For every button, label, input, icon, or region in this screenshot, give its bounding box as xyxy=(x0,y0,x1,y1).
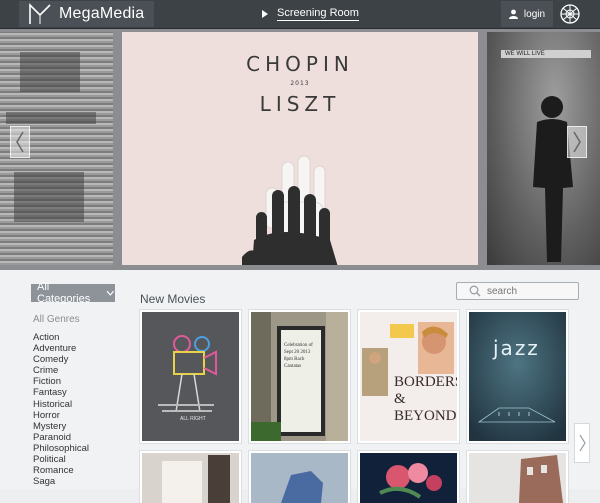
movie-poster-thumb xyxy=(469,453,566,503)
poster-mid-text: 2013 xyxy=(290,80,310,87)
movie-poster-thumb xyxy=(251,453,348,503)
search-icon xyxy=(469,285,481,297)
category-dropdown-label: All Categories xyxy=(37,281,91,305)
movie-card[interactable]: jazz xyxy=(469,312,566,441)
chevron-left-icon xyxy=(16,131,24,153)
screening-room-label: Screening Room xyxy=(277,7,359,21)
movie-card[interactable] xyxy=(142,453,239,503)
screening-room-link[interactable]: Screening Room xyxy=(262,7,359,21)
genre-item[interactable]: Action xyxy=(33,332,89,343)
silhouette-figure xyxy=(533,96,573,262)
genre-item[interactable]: Comedy xyxy=(33,354,89,365)
jazz-poster xyxy=(469,312,566,441)
all-genres-link[interactable]: All Genres xyxy=(33,314,80,325)
hands-illustration xyxy=(242,155,338,265)
category-dropdown[interactable]: All Categories xyxy=(31,281,115,305)
movie-poster-thumb xyxy=(142,453,239,503)
poster-caption: ALL RIGHT xyxy=(180,416,206,422)
movie-poster-thumb xyxy=(360,453,457,503)
globe-icon[interactable] xyxy=(560,4,580,24)
genre-item[interactable]: Historical xyxy=(33,399,89,410)
genre-item[interactable]: Political xyxy=(33,454,89,465)
poster-title-liszt: LISZT xyxy=(259,92,341,116)
genre-item[interactable]: Fantasy xyxy=(33,387,89,398)
movie-card[interactable]: Celebration of Sept 20 2013 8pm Bach Can… xyxy=(251,312,348,441)
genre-item[interactable]: Fiction xyxy=(33,376,89,387)
carousel-prev-button[interactable] xyxy=(10,126,30,158)
top-bar: MegaMedia Screening Room login xyxy=(0,0,600,29)
movie-card[interactable] xyxy=(360,453,457,503)
movies-next-button[interactable] xyxy=(574,423,590,463)
movie-card[interactable]: BORDERS & BEYOND xyxy=(360,312,457,441)
movie-card[interactable]: ALL RIGHT xyxy=(142,312,239,441)
section-title: New Movies xyxy=(140,292,206,306)
play-icon xyxy=(262,10,268,18)
featured-carousel: CHOPIN 2013 LISZT WE WILL LIVE xyxy=(0,29,600,270)
poster-caption: BORDERS & BEYOND xyxy=(394,374,457,424)
genre-item[interactable]: Crime xyxy=(33,365,89,376)
user-icon xyxy=(508,9,518,19)
carousel-slide-featured[interactable]: CHOPIN 2013 LISZT xyxy=(122,32,478,265)
megamedia-logo-icon xyxy=(29,3,51,24)
genre-item[interactable]: Adventure xyxy=(33,343,89,354)
genre-item[interactable]: Mystery xyxy=(33,421,89,432)
chevron-right-icon xyxy=(578,434,586,452)
poster-title-chopin: CHOPIN xyxy=(246,52,354,76)
brand-name: MegaMedia xyxy=(59,5,145,22)
genre-item[interactable]: Saga xyxy=(33,476,89,487)
content-area: All Categories All Genres Action Adventu… xyxy=(0,270,600,503)
search-box[interactable] xyxy=(456,282,579,300)
poster-caption: Celebration of Sept 20 2013 8pm Bach Can… xyxy=(284,343,313,369)
carousel-next-button[interactable] xyxy=(567,126,587,158)
chevron-right-icon xyxy=(573,131,581,153)
movie-card[interactable] xyxy=(469,453,566,503)
genre-item[interactable]: Paranoid xyxy=(33,432,89,443)
genre-item[interactable]: Philosophical xyxy=(33,443,89,454)
movie-card[interactable] xyxy=(251,453,348,503)
login-label: login xyxy=(523,8,546,20)
search-input[interactable] xyxy=(487,285,577,297)
genre-list: Action Adventure Comedy Crime Fiction Fa… xyxy=(33,332,89,487)
chevron-down-icon xyxy=(106,290,115,296)
genre-item[interactable]: Romance xyxy=(33,465,89,476)
slide-caption: WE WILL LIVE xyxy=(501,50,591,58)
poster-caption: jazz xyxy=(493,336,540,360)
brand-home-link[interactable]: MegaMedia xyxy=(19,1,154,27)
login-button[interactable]: login xyxy=(501,1,553,27)
genre-item[interactable]: Horror xyxy=(33,410,89,421)
celebration-poster xyxy=(251,312,348,441)
